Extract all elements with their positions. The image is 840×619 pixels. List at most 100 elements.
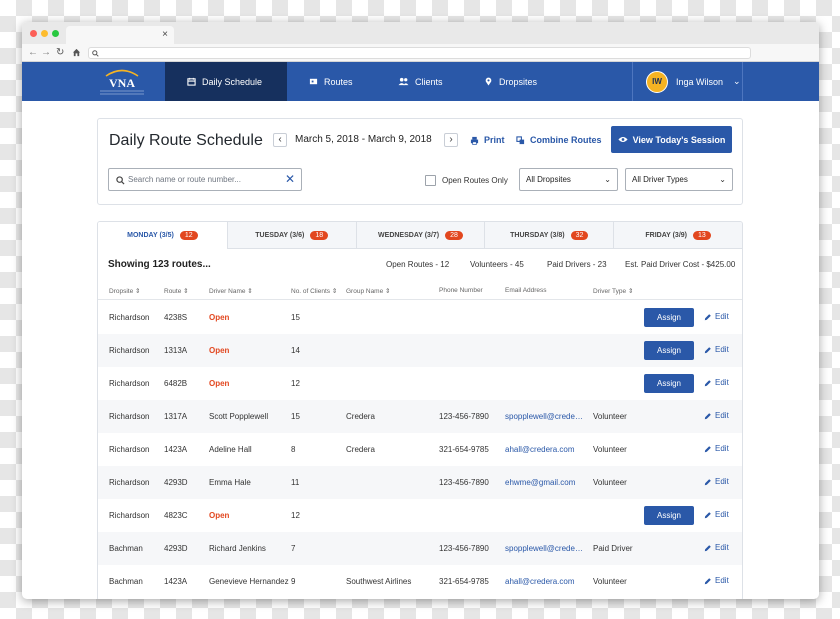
- cell-driver: Open: [209, 379, 230, 388]
- assign-button[interactable]: Assign: [644, 374, 694, 393]
- edit-button[interactable]: Edit: [704, 444, 729, 453]
- edit-button[interactable]: Edit: [704, 543, 729, 552]
- eye-icon: [617, 137, 628, 142]
- prev-week-button[interactable]: ‹: [273, 133, 287, 147]
- edit-button[interactable]: Edit: [704, 510, 729, 519]
- browser-tab[interactable]: ×: [66, 26, 174, 44]
- nav-clients[interactable]: Clients: [376, 62, 443, 101]
- back-arrow-icon[interactable]: ←: [28, 47, 38, 59]
- open-routes-only-checkbox[interactable]: [425, 175, 436, 186]
- cell-email[interactable]: spopplewell@credera.com: [505, 412, 585, 421]
- close-window-icon[interactable]: [30, 30, 37, 37]
- driver-type-select[interactable]: All Driver Types ⌄: [625, 168, 733, 191]
- cell-type: Paid Driver: [593, 544, 633, 553]
- column-header-driver-name[interactable]: Driver Name ⇕: [209, 287, 253, 295]
- tab-tuesday[interactable]: TUESDAY (3/6) 18: [226, 222, 356, 249]
- tab-monday-label: MONDAY (3/5): [127, 231, 174, 239]
- table-row: Richardson 1423A Adeline Hall 8 Credera 321-6…: [98, 433, 742, 466]
- clear-search-icon[interactable]: ✕: [285, 173, 295, 185]
- edit-label: Edit: [715, 510, 729, 519]
- nav-dropsites[interactable]: Dropsites: [462, 62, 537, 101]
- user-name: Inga Wilson: [676, 76, 724, 87]
- cell-clients: 14: [291, 346, 300, 355]
- column-header-driver-type[interactable]: Driver Type ⇕: [593, 287, 633, 295]
- tab-friday-count: 13: [693, 230, 711, 240]
- cell-email[interactable]: ahall@credera.com: [505, 445, 585, 454]
- open-routes-only-label: Open Routes Only: [442, 176, 508, 185]
- reload-icon[interactable]: ↻: [56, 47, 64, 59]
- table-row: Richardson 1317A Scott Popplewell 15 Credera…: [98, 400, 742, 433]
- combine-routes-button[interactable]: Combine Routes: [516, 135, 602, 145]
- forward-arrow-icon[interactable]: →: [41, 47, 51, 59]
- edit-button[interactable]: Edit: [704, 576, 729, 585]
- people-icon: [398, 77, 409, 86]
- view-todays-session-button[interactable]: View Today's Session: [611, 126, 732, 153]
- print-button[interactable]: Print: [470, 135, 505, 145]
- nav-routes[interactable]: Routes: [287, 62, 353, 101]
- column-header-clients[interactable]: No. of Clients ⇕: [291, 287, 337, 295]
- day-tabs: MONDAY (3/5) 12 TUESDAY (3/6) 18 WEDNESD…: [98, 222, 742, 249]
- cell-dropsite: Richardson: [109, 478, 150, 487]
- tab-thursday[interactable]: THURSDAY (3/8) 32: [484, 222, 614, 249]
- column-header-phone: Phone Number: [439, 287, 483, 294]
- column-header-email: Email Address: [505, 287, 547, 294]
- page-title: Daily Route Schedule: [109, 132, 263, 149]
- dropsite-select[interactable]: All Dropsites ⌄: [519, 168, 618, 191]
- cell-route: 1423A: [164, 445, 188, 454]
- tab-friday[interactable]: FRIDAY (3/9) 13: [613, 222, 742, 249]
- search-box: ✕: [108, 168, 302, 191]
- edit-button[interactable]: Edit: [704, 345, 729, 354]
- browser-tabstrip: ×: [22, 22, 819, 44]
- nav-dropsites-label: Dropsites: [499, 76, 538, 87]
- column-header-group-name[interactable]: Group Name ⇕: [346, 287, 390, 295]
- cell-route: 1313A: [164, 346, 188, 355]
- next-week-button[interactable]: ›: [444, 133, 458, 147]
- tab-wednesday-label: WEDNESDAY (3/7): [378, 231, 440, 239]
- cell-email[interactable]: ahall@credera.com: [505, 577, 585, 586]
- home-icon[interactable]: [72, 48, 81, 57]
- edit-label: Edit: [715, 411, 729, 420]
- cell-dropsite: Bachman: [109, 544, 143, 553]
- cell-email[interactable]: spopplewell@credera.com: [505, 544, 585, 553]
- assign-button[interactable]: Assign: [644, 506, 694, 525]
- cell-driver: Genevieve Hernandez: [209, 577, 289, 586]
- cell-phone: 321-654-9785: [439, 445, 489, 454]
- edit-button[interactable]: Edit: [704, 477, 729, 486]
- minimize-window-icon[interactable]: [41, 30, 48, 37]
- tab-monday[interactable]: MONDAY (3/5) 12: [98, 222, 227, 249]
- cell-dropsite: Richardson: [109, 445, 150, 454]
- maximize-window-icon[interactable]: [52, 30, 59, 37]
- calendar-icon: [187, 77, 196, 86]
- cell-clients: 8: [291, 445, 296, 454]
- combine-icon: [516, 135, 525, 144]
- user-menu[interactable]: IW Inga Wilson ⌄: [632, 62, 743, 101]
- column-header-route[interactable]: Route ⇕: [164, 287, 189, 295]
- tab-thursday-count: 32: [570, 230, 589, 240]
- edit-button[interactable]: Edit: [704, 312, 729, 321]
- column-header-dropsite[interactable]: Dropsite ⇕: [109, 287, 140, 295]
- edit-button[interactable]: Edit: [704, 378, 729, 387]
- column-header-label: Phone Number: [439, 287, 483, 294]
- cell-clients: 9: [291, 577, 296, 586]
- chevron-down-icon: ⌄: [733, 76, 741, 86]
- print-label: Print: [484, 135, 505, 145]
- assign-button[interactable]: Assign: [644, 341, 694, 360]
- cell-clients: 15: [291, 412, 300, 421]
- edit-button[interactable]: Edit: [704, 411, 729, 420]
- column-header-label: No. of Clients: [291, 288, 331, 295]
- address-bar-input[interactable]: [88, 47, 751, 59]
- table-row: Bachman 4293D Richard Jenkins 7 123-456-7890…: [98, 532, 742, 565]
- sort-icon: ⇕: [247, 288, 253, 295]
- assign-button[interactable]: Assign: [644, 308, 694, 327]
- cell-driver: Open: [209, 511, 230, 520]
- tab-wednesday[interactable]: WEDNESDAY (3/7) 28: [355, 222, 485, 249]
- edit-label: Edit: [715, 576, 729, 585]
- nav-daily-schedule[interactable]: Daily Schedule: [165, 62, 287, 101]
- search-input[interactable]: [128, 172, 278, 187]
- cell-clients: 11: [291, 478, 300, 487]
- tab-close-icon[interactable]: ×: [162, 29, 168, 40]
- cell-phone: 123-456-7890: [439, 478, 489, 487]
- cell-email[interactable]: ehwme@gmail.com: [505, 478, 585, 487]
- cell-phone: 321-654-9785: [439, 577, 489, 586]
- schedule-header-card: Daily Route Schedule ‹ March 5, 2018 - M…: [97, 118, 743, 205]
